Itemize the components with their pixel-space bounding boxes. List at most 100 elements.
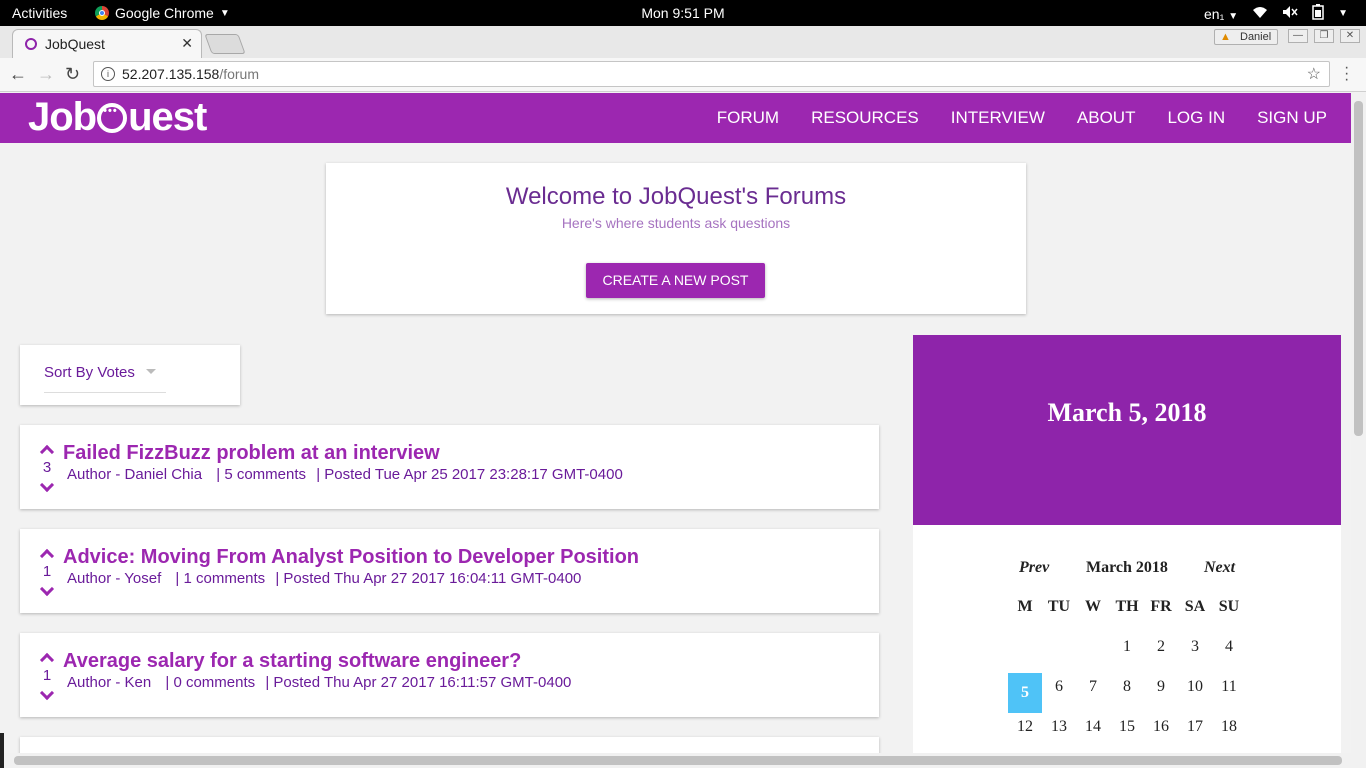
reload-icon[interactable]: ↻ bbox=[65, 64, 80, 85]
caret-down-icon: ▼ bbox=[219, 7, 230, 19]
calendar-next-button[interactable]: Next bbox=[1204, 559, 1235, 577]
calendar-day[interactable]: 16 bbox=[1144, 707, 1178, 747]
calendar-day[interactable]: 10 bbox=[1178, 667, 1212, 707]
url-text[interactable]: 52.207.135.158/forum bbox=[122, 66, 259, 82]
favicon-icon bbox=[25, 38, 37, 50]
calendar-day[interactable]: 9 bbox=[1144, 667, 1178, 707]
nav-sign-up[interactable]: SIGN UP bbox=[1257, 108, 1327, 128]
calendar-prev-button[interactable]: Prev bbox=[1019, 559, 1049, 577]
vertical-scrollbar[interactable] bbox=[1351, 93, 1366, 753]
back-arrow-icon[interactable]: ← bbox=[9, 64, 27, 85]
post-comments[interactable]: | 1 comments bbox=[175, 570, 265, 587]
activities-button[interactable]: Activities bbox=[12, 5, 67, 21]
calendar-day[interactable]: 14 bbox=[1076, 707, 1110, 747]
close-window-button[interactable]: ✕ bbox=[1340, 29, 1360, 43]
app-menu[interactable]: Google Chrome ▼ bbox=[95, 5, 230, 21]
post-title[interactable]: Failed FizzBuzz problem at an interview bbox=[63, 442, 440, 465]
calendar-month-label: March 2018 bbox=[1086, 559, 1168, 576]
calendar: Prev March 2018 Next M TU W TH FR SA SU … bbox=[913, 525, 1341, 768]
tab-title: JobQuest bbox=[45, 36, 105, 52]
chat-bubble-icon bbox=[97, 102, 128, 133]
scrollbar-thumb[interactable] bbox=[14, 756, 1342, 765]
window-edge bbox=[0, 733, 4, 768]
upvote-arrow-icon[interactable] bbox=[39, 548, 55, 564]
post-author: Author - Ken bbox=[67, 674, 152, 691]
nav-resources[interactable]: RESOURCES bbox=[811, 108, 919, 128]
calendar-day[interactable]: 12 bbox=[1008, 707, 1042, 747]
post-comments[interactable]: | 0 comments bbox=[165, 674, 255, 691]
new-tab-button[interactable] bbox=[204, 34, 246, 54]
post-comments[interactable]: | 5 comments bbox=[216, 466, 306, 483]
vote-control: 1 bbox=[38, 652, 56, 701]
weekday-label: SA bbox=[1184, 598, 1206, 615]
jobquest-logo[interactable]: Jobuest bbox=[28, 95, 207, 140]
close-tab-icon[interactable]: ✕ bbox=[181, 35, 193, 52]
calendar-day[interactable]: 15 bbox=[1110, 707, 1144, 747]
sort-select[interactable]: Sort By Votes bbox=[44, 364, 135, 381]
vote-control: 1 bbox=[38, 548, 56, 597]
nav-forum[interactable]: FORUM bbox=[717, 108, 779, 128]
calendar-day[interactable]: 6 bbox=[1042, 667, 1076, 707]
calendar-day[interactable]: 3 bbox=[1178, 627, 1212, 667]
downvote-arrow-icon[interactable] bbox=[39, 581, 55, 597]
weekday-label: M bbox=[1017, 598, 1033, 615]
calendar-day[interactable]: 1 bbox=[1110, 627, 1144, 667]
menu-dots-icon[interactable]: · · · bbox=[1344, 60, 1352, 88]
nav-interview[interactable]: INTERVIEW bbox=[951, 108, 1045, 128]
chrome-icon bbox=[95, 6, 109, 20]
calendar-day[interactable]: 18 bbox=[1212, 707, 1246, 747]
battery-icon bbox=[1312, 4, 1324, 23]
profile-button[interactable]: ▲ Daniel bbox=[1214, 29, 1278, 45]
maximize-button[interactable]: ❐ bbox=[1314, 29, 1334, 43]
sort-card: Sort By Votes bbox=[20, 345, 240, 405]
calendar-day[interactable]: 17 bbox=[1178, 707, 1212, 747]
caret-down-icon: ▼ bbox=[1338, 8, 1348, 19]
forward-arrow-icon[interactable]: → bbox=[37, 64, 55, 85]
vote-count: 3 bbox=[42, 459, 52, 476]
minimize-button[interactable]: — bbox=[1288, 29, 1308, 43]
weekday-label: FR bbox=[1150, 598, 1172, 615]
wifi-icon bbox=[1252, 5, 1268, 22]
weekday-label: TH bbox=[1115, 598, 1139, 615]
weekday-label: W bbox=[1085, 598, 1101, 615]
info-icon[interactable]: i bbox=[101, 67, 115, 81]
profile-name: Daniel bbox=[1240, 31, 1272, 43]
dropdown-caret-icon[interactable] bbox=[146, 369, 156, 374]
downvote-arrow-icon[interactable] bbox=[39, 477, 55, 493]
status-area[interactable]: en₁ ▼ ▼ bbox=[1204, 4, 1348, 23]
scrollbar-thumb[interactable] bbox=[1354, 101, 1363, 436]
main-nav: FORUM RESOURCES INTERVIEW ABOUT LOG IN S… bbox=[717, 108, 1351, 128]
warning-icon: ▲ bbox=[1220, 31, 1231, 43]
weekday-label: SU bbox=[1218, 598, 1240, 615]
calendar-day[interactable]: 8 bbox=[1110, 667, 1144, 707]
weekday-label: TU bbox=[1047, 598, 1071, 615]
calendar-day[interactable]: 4 bbox=[1212, 627, 1246, 667]
welcome-card: Welcome to JobQuest's Forums Here's wher… bbox=[326, 163, 1026, 314]
address-bar[interactable]: i 52.207.135.158/forum ☆ bbox=[93, 61, 1330, 87]
downvote-arrow-icon[interactable] bbox=[39, 685, 55, 701]
browser-toolbar: ← → ↻ i 52.207.135.158/forum ☆ · · · bbox=[0, 58, 1366, 92]
upvote-arrow-icon[interactable] bbox=[39, 652, 55, 668]
post-title[interactable]: Advice: Moving From Analyst Position to … bbox=[63, 546, 639, 569]
post-meta: Author - Yosef | 1 comments | Posted Thu… bbox=[67, 570, 585, 587]
calendar-day[interactable]: 2 bbox=[1144, 627, 1178, 667]
calendar-header: March 5, 2018 bbox=[913, 335, 1341, 525]
post-title[interactable]: Average salary for a starting software e… bbox=[63, 650, 521, 673]
keyboard-layout[interactable]: en₁ ▼ bbox=[1204, 6, 1238, 22]
create-post-button[interactable]: CREATE A NEW POST bbox=[586, 263, 765, 298]
post-date: | Posted Tue Apr 25 2017 23:28:17 GMT-04… bbox=[316, 466, 623, 483]
system-top-bar: Activities Google Chrome ▼ Mon 9:51 PM e… bbox=[0, 0, 1366, 26]
upvote-arrow-icon[interactable] bbox=[39, 444, 55, 460]
calendar-day[interactable]: 13 bbox=[1042, 707, 1076, 747]
post-author: Author - Yosef bbox=[67, 570, 162, 587]
browser-tab-jobquest[interactable]: JobQuest ✕ bbox=[12, 29, 202, 58]
calendar-day[interactable]: 11 bbox=[1212, 667, 1246, 707]
nav-about[interactable]: ABOUT bbox=[1077, 108, 1136, 128]
welcome-title: Welcome to JobQuest's Forums bbox=[505, 183, 847, 210]
bookmark-star-icon[interactable]: ☆ bbox=[1307, 64, 1321, 84]
caret-down-icon: ▼ bbox=[1228, 10, 1239, 22]
vote-count: 1 bbox=[42, 667, 52, 684]
nav-log-in[interactable]: LOG IN bbox=[1167, 108, 1225, 128]
calendar-day[interactable]: 7 bbox=[1076, 667, 1110, 707]
horizontal-scrollbar[interactable] bbox=[0, 753, 1366, 768]
